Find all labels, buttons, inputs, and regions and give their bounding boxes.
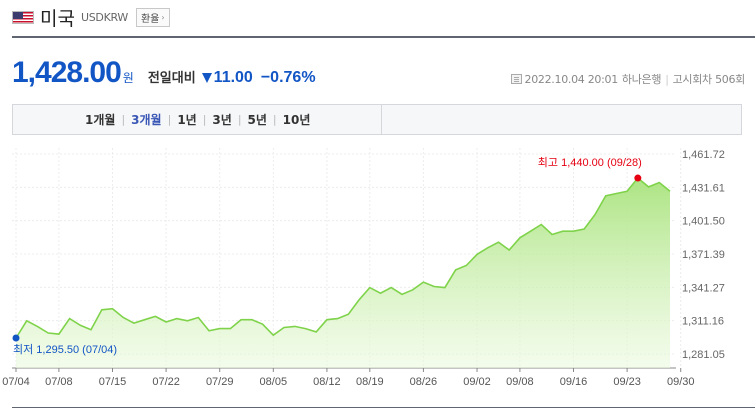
period-tab-2[interactable]: 1년 xyxy=(177,111,196,128)
y-tick-label: 1,311.16 xyxy=(682,316,724,328)
period-selector: 1개월 | 3개월 | 1년 | 3년 | 5년 | 10년 xyxy=(12,104,742,135)
country-name: 미국 xyxy=(40,7,75,30)
quote-meta: 2022.10.04 20:01 하나은행 | 고시회차 506회 xyxy=(510,71,746,87)
x-tick-label: 07/04 xyxy=(2,376,30,386)
price-change: 11.00 xyxy=(213,69,253,86)
y-tick-label: 1,341.27 xyxy=(682,282,725,294)
x-tick-label: 09/08 xyxy=(506,376,534,386)
x-tick-label: 08/12 xyxy=(313,376,341,386)
y-axis-labels: 1,461.72 1,431.61 1,401.50 1,371.39 1,341.27… xyxy=(682,149,725,361)
meta-separator: | xyxy=(665,72,669,86)
period-tab-5[interactable]: 10년 xyxy=(283,111,311,128)
low-point-label: 최저 1,295.50 (07/04) xyxy=(13,343,117,356)
high-point-label: 최고 1,440.00 (09/28) xyxy=(538,156,642,169)
x-tick-label: 08/19 xyxy=(356,376,384,386)
y-tick-label: 1,281.05 xyxy=(682,349,725,361)
x-tick-label: 09/02 xyxy=(463,376,491,386)
price-change-percent: −0.76% xyxy=(260,69,316,86)
x-tick-label: 07/22 xyxy=(152,376,180,386)
exchange-rate-button-label: 환율 xyxy=(140,13,160,25)
quote-notice: 고시회차 506회 xyxy=(672,73,746,86)
us-flag-icon xyxy=(12,10,34,24)
x-axis-labels: 07/04 07/08 07/15 07/22 07/29 08/05 08/12 08/19… xyxy=(2,376,694,386)
exchange-rate-chart: 1,461.72 1,431.61 1,401.50 1,371.39 1,341.27… xyxy=(2,148,725,386)
y-tick-label: 1,401.50 xyxy=(682,216,725,228)
quote-bank: 하나은행 xyxy=(621,73,662,86)
x-tick-label: 09/30 xyxy=(667,376,695,386)
quote-datetime: 2022.10.04 20:01 xyxy=(524,72,619,86)
high-point-marker xyxy=(634,174,642,182)
period-tab-4[interactable]: 5년 xyxy=(248,111,267,128)
current-price: 1,428.00 xyxy=(12,56,122,89)
period-tab-1[interactable]: 3개월 xyxy=(131,111,161,128)
period-tab-0[interactable]: 1개월 xyxy=(85,111,115,128)
x-tick-label: 09/23 xyxy=(613,376,641,386)
x-tick-label: 08/05 xyxy=(260,376,288,386)
footer-divider xyxy=(12,407,755,408)
x-tick-label: 08/26 xyxy=(410,376,438,386)
currency-code: USDKRW xyxy=(80,10,128,24)
x-tick-label: 07/15 xyxy=(99,376,127,386)
header-bar: 미국 USDKRW 환율 › xyxy=(12,5,170,30)
period-tab-separator: | xyxy=(272,113,277,126)
y-tick-label: 1,431.61 xyxy=(682,182,725,194)
x-tick-label: 07/29 xyxy=(206,376,234,386)
low-point-marker xyxy=(12,334,20,342)
compare-label: 전일대비 xyxy=(147,71,196,86)
chevron-right-icon: › xyxy=(161,12,165,22)
period-tab-separator: | xyxy=(167,113,172,126)
header-divider xyxy=(12,36,755,38)
x-tick-label: 07/08 xyxy=(45,376,73,386)
y-tick-label: 1,371.39 xyxy=(682,249,725,261)
period-divider xyxy=(381,105,382,134)
price-unit: 원 xyxy=(122,71,134,85)
y-tick-label: 1,461.72 xyxy=(682,149,725,161)
quote-row: 1,428.00 원 전일대비 11.00 −0.76% xyxy=(12,56,316,92)
period-tab-3[interactable]: 3년 xyxy=(212,111,231,128)
period-tabs: 1개월 | 3개월 | 1년 | 3년 | 5년 | 10년 xyxy=(85,105,310,134)
period-tab-separator: | xyxy=(121,113,126,126)
exchange-rate-button[interactable]: 환율 › xyxy=(135,7,170,27)
down-triangle-icon xyxy=(201,73,212,83)
series-area xyxy=(16,178,670,368)
period-tab-separator: | xyxy=(202,113,207,126)
period-tab-separator: | xyxy=(237,113,242,126)
x-tick-label: 09/16 xyxy=(560,376,588,386)
document-icon xyxy=(510,74,522,84)
